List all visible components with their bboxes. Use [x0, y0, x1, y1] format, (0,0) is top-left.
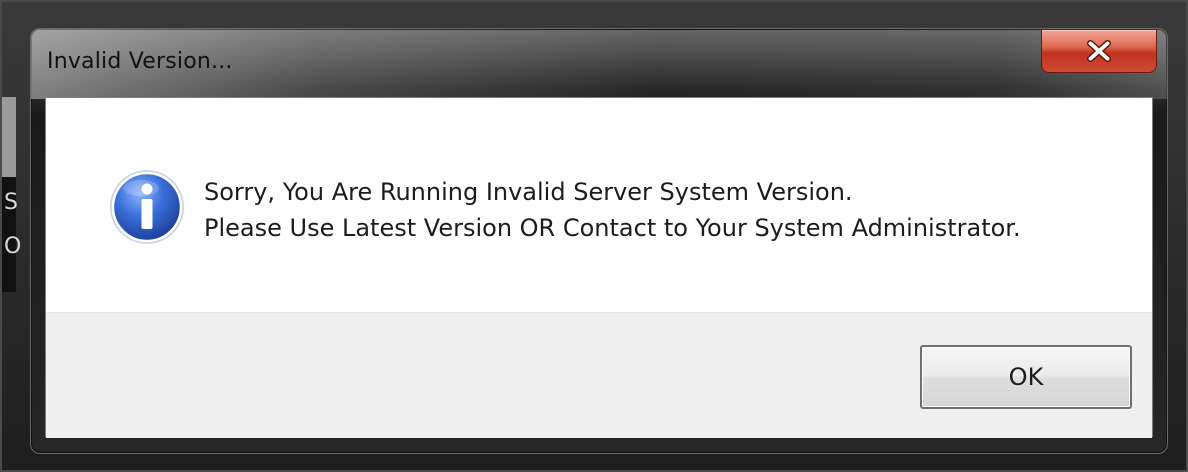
background-partial-text-3: O: [4, 234, 22, 259]
message-line-2: Please Use Latest Version OR Contact to …: [204, 214, 1021, 242]
info-icon: [110, 170, 184, 244]
ok-button[interactable]: OK: [920, 345, 1132, 409]
close-button[interactable]: [1041, 29, 1157, 73]
message-dialog: Invalid Version... Sorry, You Are Runnin…: [30, 28, 1168, 454]
button-bar: OK: [46, 312, 1152, 438]
dialog-title: Invalid Version...: [47, 49, 233, 74]
close-icon: [1087, 40, 1111, 62]
background-window-edge-highlight: [2, 97, 16, 177]
message-area: Sorry, You Are Running Invalid Server Sy…: [46, 98, 1152, 312]
dialog-message: Sorry, You Are Running Invalid Server Sy…: [204, 174, 1021, 246]
background-partial-text: S: [4, 190, 18, 215]
dialog-client-area: Sorry, You Are Running Invalid Server Sy…: [45, 97, 1153, 438]
message-line-1: Sorry, You Are Running Invalid Server Sy…: [204, 178, 853, 206]
